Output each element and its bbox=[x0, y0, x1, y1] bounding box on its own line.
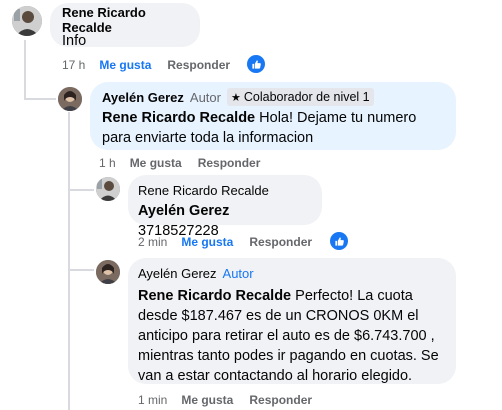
star-icon: ★ bbox=[230, 91, 241, 104]
comment-text: Rene Ricardo Recalde Perfecto! La cuota … bbox=[138, 286, 446, 386]
thread-line-reply bbox=[68, 112, 70, 410]
reply-button[interactable]: Responder bbox=[249, 235, 312, 249]
comment-time[interactable]: 1 min bbox=[138, 393, 167, 407]
reply-button[interactable]: Responder bbox=[198, 156, 261, 170]
like-button[interactable]: Me gusta bbox=[130, 156, 182, 170]
profile-photo-icon bbox=[96, 260, 120, 284]
reaction-badge-3[interactable] bbox=[330, 232, 348, 250]
like-button[interactable]: Me gusta bbox=[181, 393, 233, 407]
avatar-ayelen[interactable] bbox=[96, 260, 120, 284]
profile-photo-icon bbox=[58, 87, 82, 111]
avatar-rene[interactable] bbox=[12, 6, 42, 36]
comment-bubble-1: Rene Ricardo Recalde Info bbox=[50, 3, 200, 49]
like-button[interactable]: Me gusta bbox=[181, 235, 233, 249]
author-tag: Autor bbox=[189, 89, 221, 105]
contributor-badge[interactable]: ★ Colaborador de nivel 1 bbox=[226, 88, 374, 106]
comment-actions-3: 2 min Me gusta Responder bbox=[138, 234, 328, 250]
comment-author[interactable]: Ayelén Gerez bbox=[102, 90, 184, 105]
comment-actions-2: 1 h Me gusta Responder bbox=[99, 155, 276, 171]
comment-author[interactable]: Ayelén Gerez bbox=[138, 266, 217, 281]
author-tag: Autor bbox=[222, 265, 254, 281]
thumbs-up-icon bbox=[334, 236, 344, 246]
comment-bubble-2: Ayelén Gerez Autor ★ Colaborador de nive… bbox=[90, 82, 456, 150]
thread-line-root bbox=[24, 40, 26, 100]
mention-link[interactable]: Ayelén Gerez bbox=[138, 203, 229, 219]
thread-line-reply-curve-2 bbox=[68, 269, 94, 271]
avatar-rene[interactable] bbox=[96, 177, 120, 201]
comment-time[interactable]: 2 min bbox=[138, 235, 167, 249]
comment-bubble-4: Ayelén Gerez Autor Rene Ricardo Recalde … bbox=[128, 258, 456, 384]
reply-button[interactable]: Responder bbox=[167, 58, 230, 72]
comment-actions-1: 17 h Me gusta Responder bbox=[62, 57, 246, 73]
badge-label: Colaborador de nivel 1 bbox=[243, 90, 370, 104]
thread-line-reply-curve-1 bbox=[68, 189, 94, 191]
reaction-badge-1[interactable] bbox=[247, 55, 265, 73]
like-button[interactable]: Me gusta bbox=[99, 58, 151, 72]
mention-link[interactable]: Rene Ricardo Recalde bbox=[102, 110, 255, 126]
comment-bubble-3: Rene Ricardo Recalde Ayelén Gerez 371852… bbox=[128, 175, 322, 239]
comment-time[interactable]: 17 h bbox=[62, 58, 85, 72]
comment-text: Rene Ricardo Recalde Hola! Dejame tu num… bbox=[102, 108, 444, 148]
mention-link[interactable]: Rene Ricardo Recalde bbox=[138, 288, 291, 304]
comment-author[interactable]: Rene Ricardo Recalde bbox=[138, 183, 269, 198]
comment-actions-4: 1 min Me gusta Responder bbox=[138, 392, 328, 408]
comment-time[interactable]: 1 h bbox=[99, 156, 116, 170]
avatar-ayelen[interactable] bbox=[58, 87, 82, 111]
thumbs-up-icon bbox=[251, 59, 261, 69]
thread-line-root-curve bbox=[24, 98, 56, 100]
profile-photo-icon bbox=[96, 177, 120, 201]
profile-photo-icon bbox=[12, 6, 42, 36]
reply-button[interactable]: Responder bbox=[249, 393, 312, 407]
